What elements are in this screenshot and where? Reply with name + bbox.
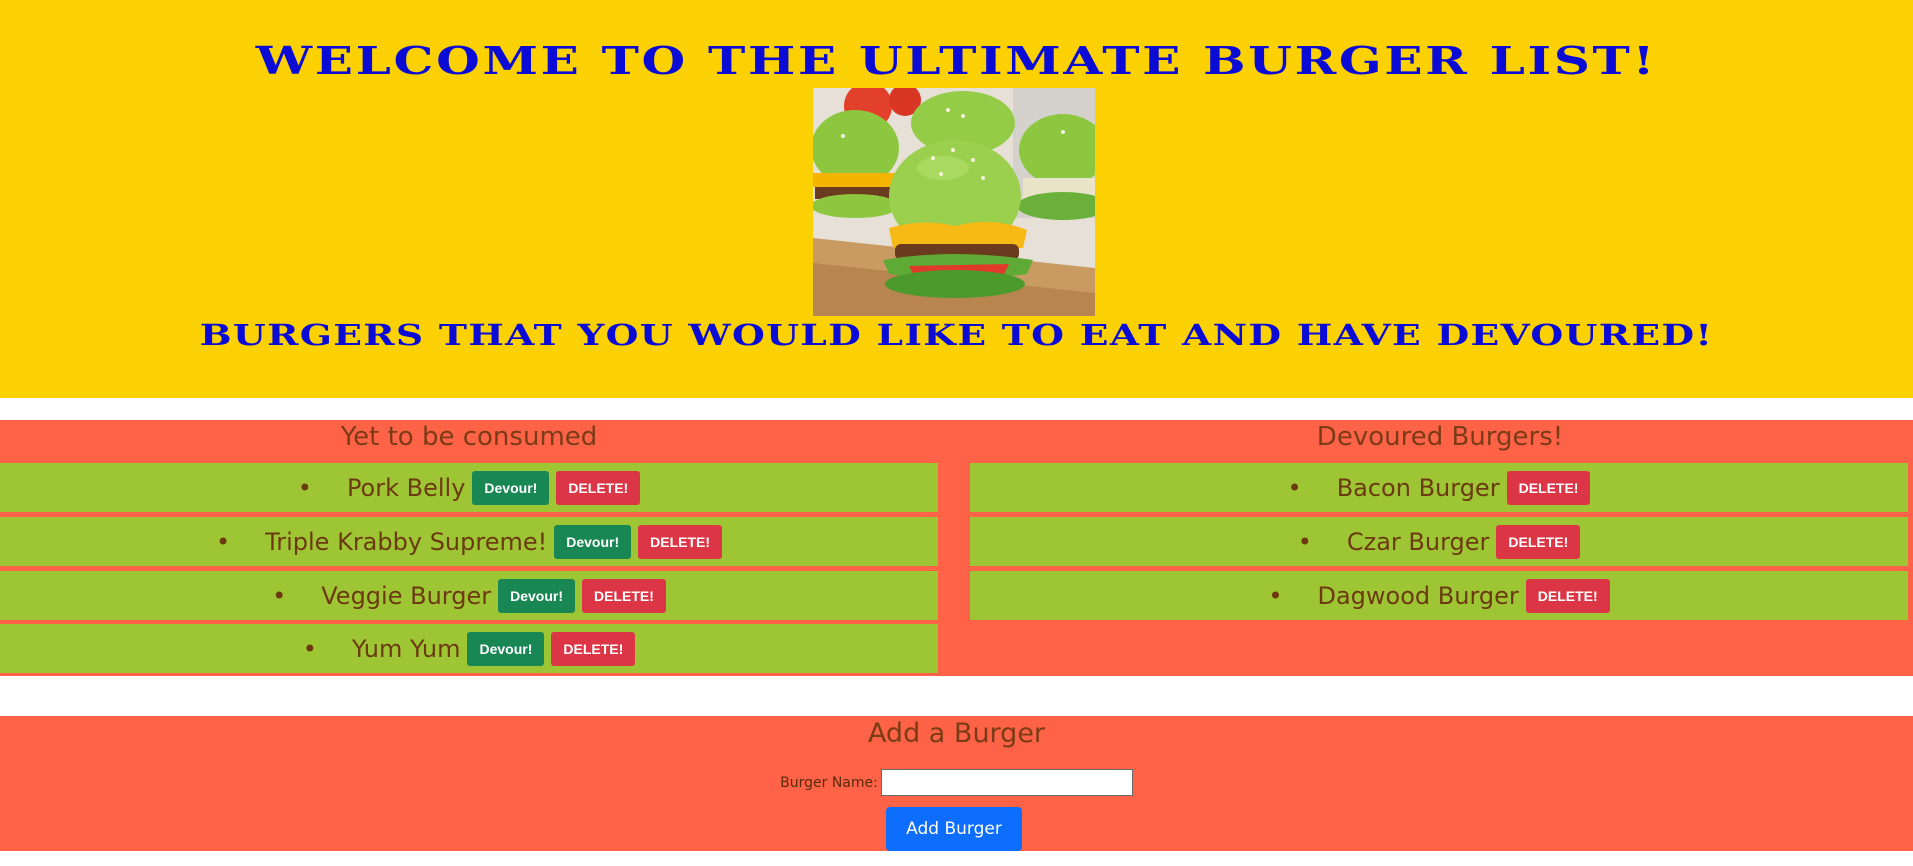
burger-name-label: Burger Name: (780, 774, 878, 791)
delete-button[interactable]: DELETE! (1525, 578, 1610, 613)
burger-name: Dagwood Burger (1317, 581, 1519, 610)
delete-button[interactable]: DELETE! (638, 524, 723, 559)
delete-button[interactable]: DELETE! (1506, 470, 1591, 505)
burger-name-form-row: Burger Name: (0, 769, 1913, 796)
bullet-icon: • (215, 527, 231, 556)
delete-button[interactable]: DELETE! (1496, 524, 1581, 559)
delete-button[interactable]: DELETE! (551, 631, 636, 666)
add-burger-section: Add a Burger Burger Name: Add Burger (0, 716, 1913, 851)
page-subtitle: BURGERS THAT YOU WOULD LIKE TO EAT AND H… (199, 318, 1714, 352)
bullet-icon: • (1287, 473, 1302, 502)
burger-name: Yum Yum (351, 634, 461, 663)
list-item: • Dagwood Burger DELETE! (970, 571, 1908, 620)
burger-lists-section: Yet to be consumed Devoured Burgers! • P… (0, 420, 1913, 676)
list-item: • Czar Burger DELETE! (970, 517, 1908, 566)
list-item: • Pork Belly Devour! DELETE! (0, 463, 938, 512)
page-title: WELCOME TO THE ULTIMATE BURGER LIST! (255, 38, 1658, 83)
bullet-icon: • (297, 473, 312, 502)
devour-button[interactable]: Devour! (467, 631, 545, 666)
devour-button[interactable]: Devour! (554, 524, 632, 559)
list-item: • Triple Krabby Supreme! Devour! DELETE! (0, 517, 938, 566)
hero-burger-image (813, 88, 1095, 316)
devour-button[interactable]: Devour! (472, 470, 550, 505)
add-burger-button[interactable]: Add Burger (886, 807, 1022, 851)
devour-button[interactable]: Devour! (498, 578, 575, 613)
delete-button[interactable]: DELETE! (556, 470, 641, 505)
bullet-icon: • (302, 634, 317, 663)
delete-button[interactable]: DELETE! (582, 578, 666, 613)
page-header: WELCOME TO THE ULTIMATE BURGER LIST! BUR… (0, 0, 1913, 398)
burger-name: Veggie Burger (321, 581, 492, 610)
burger-photo-illustration (813, 88, 1095, 316)
burger-name-input[interactable] (880, 769, 1133, 796)
burger-name: Czar Burger (1346, 527, 1490, 556)
uneaten-column-title: Yet to be consumed (340, 422, 598, 452)
list-item: • Bacon Burger DELETE! (970, 463, 1908, 512)
list-item: • Yum Yum Devour! DELETE! (0, 624, 938, 673)
add-burger-title: Add a Burger (867, 718, 1046, 749)
list-item: • Veggie Burger Devour! DELETE! (0, 571, 938, 620)
burger-name: Triple Krabby Supreme! (265, 527, 548, 556)
burger-name: Bacon Burger (1336, 473, 1500, 502)
bullet-icon: • (1268, 581, 1283, 610)
devoured-column-title: Devoured Burgers! (1316, 422, 1564, 452)
burger-name: Pork Belly (346, 473, 466, 502)
bullet-icon: • (1297, 527, 1312, 556)
bullet-icon: • (272, 581, 287, 610)
